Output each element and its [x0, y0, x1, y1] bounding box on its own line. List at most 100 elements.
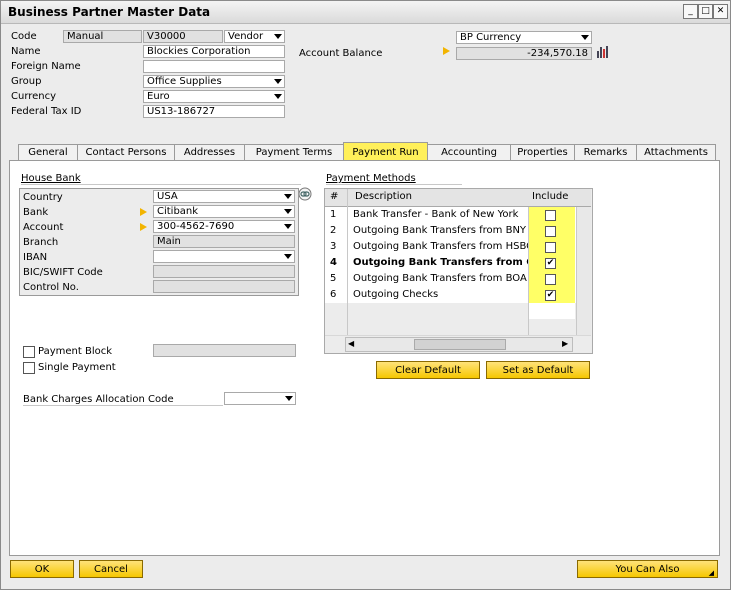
maximize-icon[interactable]: □: [698, 4, 713, 19]
include-cell: [529, 239, 575, 255]
include-checkbox[interactable]: [545, 242, 556, 253]
table-row[interactable]: 1 Bank Transfer - Bank of New York: [325, 207, 591, 224]
code-label: Code: [11, 31, 37, 42]
chevron-down-icon: [285, 396, 293, 401]
account-balance-label: Account Balance: [299, 48, 383, 59]
payment-methods-title: Payment Methods: [326, 173, 416, 184]
foreign-name-field[interactable]: [143, 60, 285, 73]
row-number: 2: [330, 225, 337, 236]
bank-label: Bank: [23, 207, 49, 218]
include-cell: ✔: [529, 287, 575, 303]
include-cell: [529, 319, 575, 335]
single-payment-checkbox[interactable]: [23, 362, 35, 374]
include-checkbox[interactable]: [545, 274, 556, 285]
federal-tax-field[interactable]: US13-186727: [143, 105, 285, 118]
cancel-button[interactable]: Cancel: [79, 560, 143, 578]
group-label: Group: [11, 76, 42, 87]
link-arrow-icon[interactable]: [140, 208, 147, 216]
payment-block-checkbox[interactable]: [23, 346, 35, 358]
group-select[interactable]: Office Supplies: [143, 75, 285, 88]
include-cell: [529, 303, 575, 319]
include-cell: [529, 223, 575, 239]
row-description: Outgoing Bank Transfers from BOA: [353, 273, 527, 284]
code-series-field[interactable]: Manual: [63, 30, 142, 43]
table-row[interactable]: 6 Outgoing Checks ✔: [325, 287, 591, 304]
table-row[interactable]: 5 Outgoing Bank Transfers from BOA: [325, 271, 591, 288]
tab-properties[interactable]: Properties: [510, 144, 575, 160]
you-can-also-button[interactable]: You Can Also ◢: [577, 560, 718, 578]
bp-master-window: Business Partner Master Data _ □ ✕ Code …: [0, 0, 731, 590]
horizontal-scrollbar[interactable]: ◀ ▶: [345, 337, 573, 352]
row-description: Outgoing Checks: [353, 289, 439, 300]
scrollbar-thumb[interactable]: [414, 339, 506, 350]
minimize-icon[interactable]: _: [683, 4, 698, 19]
row-number: 4: [330, 257, 337, 268]
divider: [21, 184, 301, 185]
include-checkbox[interactable]: [545, 210, 556, 221]
include-checkbox[interactable]: ✔: [545, 258, 556, 269]
iban-select[interactable]: [153, 250, 295, 263]
scroll-right-icon[interactable]: ▶: [562, 339, 568, 348]
country-select[interactable]: USA: [153, 190, 295, 203]
close-icon[interactable]: ✕: [713, 4, 728, 19]
account-value: 300-4562-7690: [157, 221, 235, 232]
vertical-scrollbar[interactable]: [576, 207, 591, 335]
tab-contact-persons[interactable]: Contact Persons: [77, 144, 175, 160]
link-arrow-icon[interactable]: [443, 47, 450, 55]
chevron-down-icon: [274, 79, 282, 84]
branch-field: Main: [153, 235, 295, 248]
bp-type-select[interactable]: Vendor: [224, 30, 285, 43]
include-cell: [529, 207, 575, 223]
chevron-down-icon: [284, 194, 292, 199]
account-balance-field: -234,570.18: [456, 47, 592, 60]
divider: [326, 184, 462, 185]
link-arrow-icon[interactable]: [140, 223, 147, 231]
balance-currency-select[interactable]: BP Currency: [456, 31, 592, 44]
table-row[interactable]: 4 Outgoing Bank Transfers from CIT ✔: [325, 255, 591, 272]
account-select[interactable]: 300-4562-7690: [153, 220, 295, 233]
currency-select[interactable]: Euro: [143, 90, 285, 103]
table-row[interactable]: [325, 303, 591, 320]
tab-payment-terms[interactable]: Payment Terms: [244, 144, 344, 160]
ok-button[interactable]: OK: [10, 560, 74, 578]
link-chain-icon[interactable]: [298, 187, 312, 201]
scroll-left-icon[interactable]: ◀: [348, 339, 354, 348]
table-row[interactable]: 2 Outgoing Bank Transfers from BNY: [325, 223, 591, 240]
table-row[interactable]: 3 Outgoing Bank Transfers from HSBC: [325, 239, 591, 256]
tab-remarks[interactable]: Remarks: [574, 144, 637, 160]
table-row[interactable]: [325, 319, 591, 336]
set-as-default-button[interactable]: Set as Default: [486, 361, 590, 379]
tab-attachments[interactable]: Attachments: [636, 144, 716, 160]
row-description: Outgoing Bank Transfers from CIT: [353, 257, 528, 268]
payment-methods-grid: # Description Include 1 Bank Transfer - B…: [324, 188, 593, 354]
row-description: Outgoing Bank Transfers from BNY: [353, 225, 527, 236]
iban-label: IBAN: [23, 252, 48, 263]
tab-payment-run[interactable]: Payment Run: [343, 142, 428, 162]
house-bank-title: House Bank: [21, 173, 81, 184]
divider: [23, 405, 223, 406]
col-include-header: Include: [532, 191, 569, 202]
row-number: 6: [330, 289, 337, 300]
row-description: Outgoing Bank Transfers from HSBC: [353, 241, 528, 252]
bar-chart-icon[interactable]: [596, 45, 610, 58]
bank-charges-select[interactable]: [224, 392, 296, 405]
expand-arrow-icon: ◢: [708, 569, 714, 577]
chevron-down-icon: [284, 254, 292, 259]
include-checkbox[interactable]: ✔: [545, 290, 556, 301]
code-field[interactable]: V30000: [143, 30, 223, 43]
clear-default-button[interactable]: Clear Default: [376, 361, 480, 379]
federal-tax-label: Federal Tax ID: [11, 106, 82, 117]
tab-addresses[interactable]: Addresses: [174, 144, 245, 160]
title-bar: Business Partner Master Data _ □ ✕: [1, 1, 730, 24]
name-field[interactable]: Blockies Corporation: [143, 45, 285, 58]
tab-general[interactable]: General: [18, 144, 78, 160]
include-checkbox[interactable]: [545, 226, 556, 237]
include-cell: [529, 271, 575, 287]
country-value: USA: [157, 191, 178, 202]
tab-accounting[interactable]: Accounting: [427, 144, 511, 160]
bank-select[interactable]: Citibank: [153, 205, 295, 218]
chevron-down-icon: [274, 34, 282, 39]
branch-label: Branch: [23, 237, 59, 248]
bic-field: [153, 265, 295, 278]
name-label: Name: [11, 46, 41, 57]
